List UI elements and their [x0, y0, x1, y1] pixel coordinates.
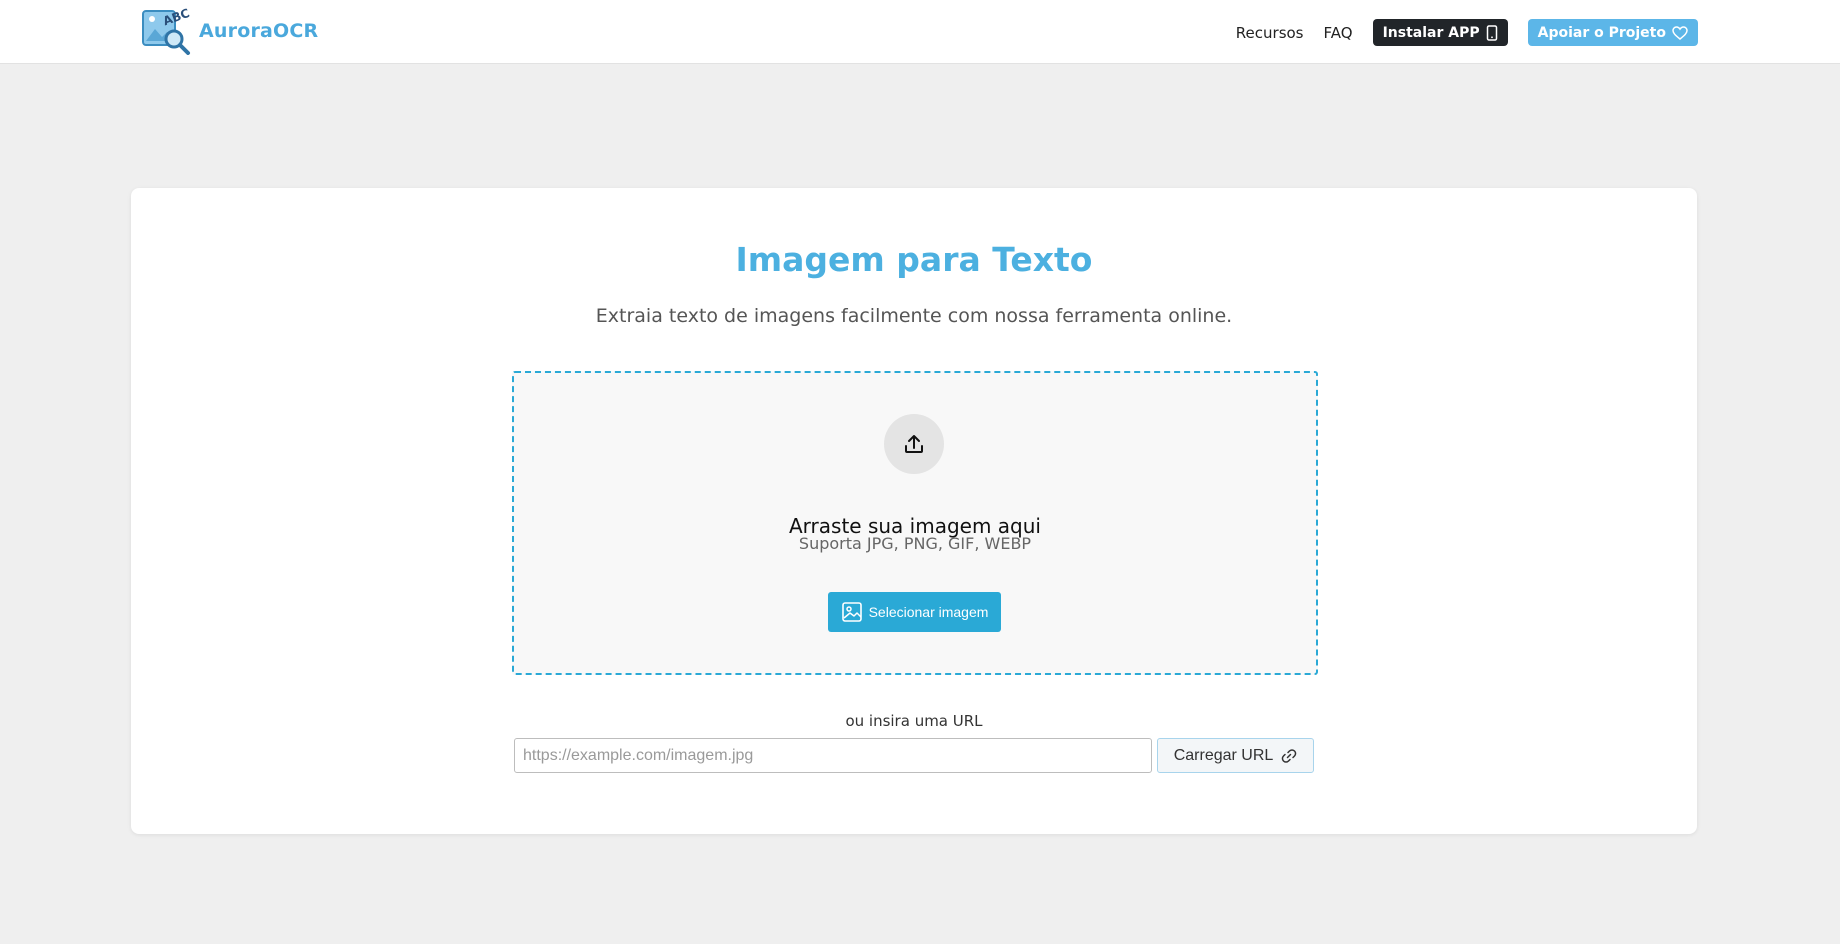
page-subtitle: Extraia texto de imagens facilmente com … [595, 305, 1233, 327]
link-icon [1282, 748, 1297, 763]
install-app-button[interactable]: Instalar APP [1372, 19, 1508, 46]
select-image-label: Selecionar imagem [868, 604, 989, 620]
brand-link[interactable]: ABC AuroraOCR [141, 7, 318, 55]
support-project-button[interactable]: Apoiar o Projeto [1527, 19, 1698, 46]
brand-name: AuroraOCR [199, 20, 319, 42]
install-app-label: Instalar APP [1382, 24, 1480, 41]
load-url-label: Carregar URL [1173, 746, 1274, 764]
support-project-label: Apoiar o Projeto [1537, 24, 1666, 41]
logo-icon: ABC [142, 7, 192, 55]
page-title: Imagem para Texto [735, 240, 1093, 279]
image-dropzone[interactable]: Arraste sua imagem aqui Suporta JPG, PNG… [512, 371, 1318, 675]
ocr-card: Imagem para Texto Extraia texto de image… [131, 188, 1697, 834]
upload-icon-circle [884, 414, 944, 474]
dropzone-formats: Suporta JPG, PNG, GIF, WEBP [798, 534, 1032, 553]
upload-icon [905, 435, 923, 453]
image-icon [841, 602, 862, 622]
load-url-button[interactable]: Carregar URL [1157, 738, 1314, 773]
select-image-button[interactable]: Selecionar imagem [828, 592, 1001, 632]
url-label: ou insira uma URL [845, 712, 983, 730]
nav-link-faq[interactable]: FAQ [1324, 24, 1353, 42]
nav-link-features[interactable]: Recursos [1236, 24, 1304, 42]
nav-menu: Recursos FAQ Instalar APP Apoiar o Proje… [1236, 19, 1698, 46]
url-input[interactable] [514, 738, 1152, 773]
heart-icon [1672, 25, 1688, 40]
phone-icon [1486, 24, 1497, 41]
top-navbar: ABC AuroraOCR Recursos FAQ Instalar APP … [0, 0, 1840, 64]
